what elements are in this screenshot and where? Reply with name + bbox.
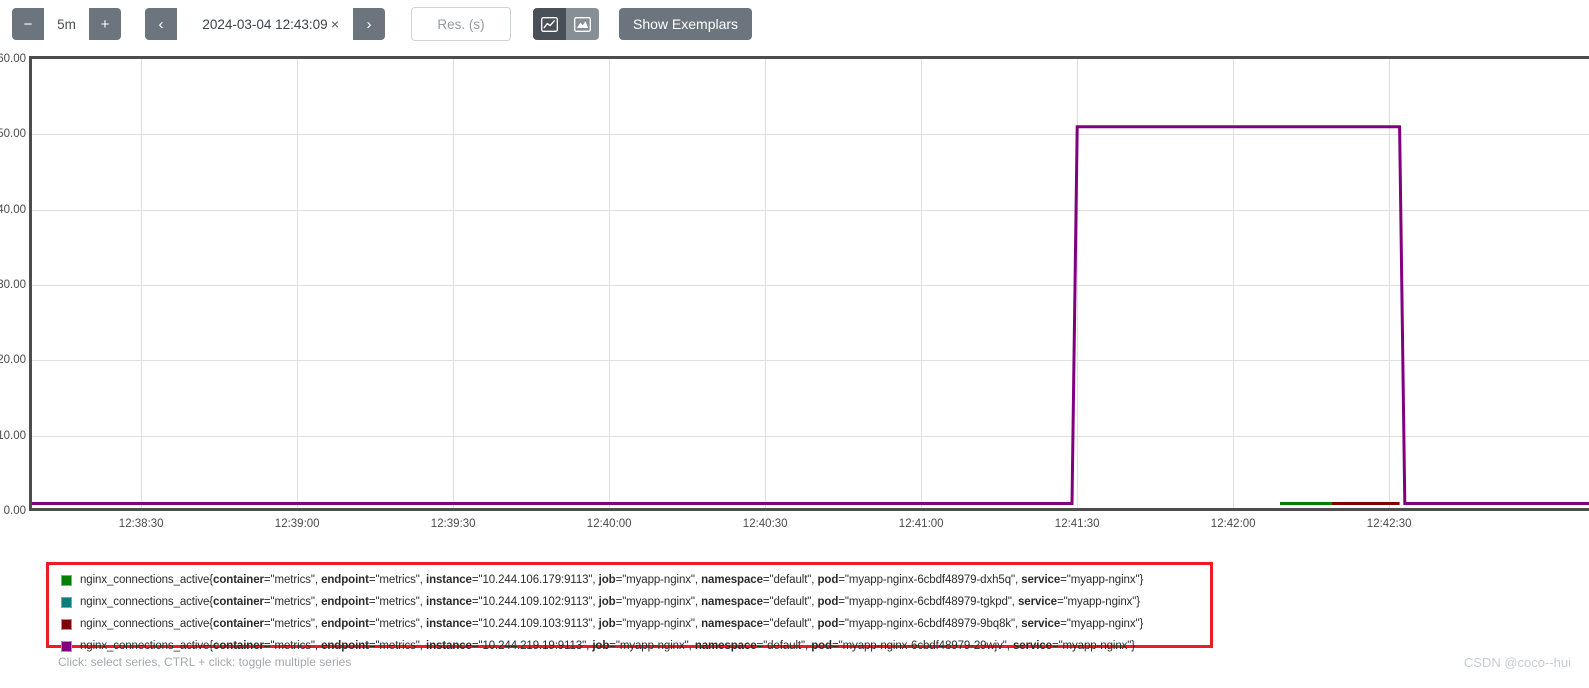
stacked-chart-icon[interactable] (566, 8, 599, 40)
legend-item[interactable]: nginx_connections_active{container="metr… (49, 570, 1210, 590)
time-input[interactable]: 2024-03-04 12:43:09 × (177, 8, 353, 40)
x-axis-tick: 12:40:30 (742, 518, 788, 530)
time-value: 2024-03-04 12:43:09 (202, 16, 328, 32)
legend-item[interactable]: nginx_connections_active{container="metr… (49, 592, 1210, 612)
legend-swatch (61, 574, 72, 586)
legend-swatch (61, 596, 72, 608)
x-axis-tick: 12:42:30 (1366, 518, 1412, 530)
y-axis-tick: 40.00 (0, 203, 26, 216)
y-axis-tick: 10.00 (0, 429, 26, 442)
graph-type-toggle (533, 8, 599, 40)
legend-swatch (61, 618, 72, 630)
x-axis-tick: 12:39:30 (430, 518, 476, 530)
legend: nginx_connections_active{container="metr… (46, 562, 1213, 652)
time-prev-button[interactable]: ‹ (145, 8, 177, 40)
legend-label: nginx_connections_active{container="metr… (80, 574, 1144, 586)
series-line (32, 125, 1589, 505)
graph-panel: 0.00 10.00 20.00 30.00 40.00 50.00 60.00 12:38… (0, 48, 1589, 540)
x-axis-tick: 12:39:00 (274, 518, 320, 530)
time-next-button[interactable]: › (353, 8, 385, 40)
y-axis-tick: 30.00 (0, 279, 26, 291)
range-stepper: − 5m + (12, 8, 121, 40)
plot-area[interactable] (29, 56, 1589, 511)
y-axis-tick: 60.00 (0, 53, 26, 65)
show-exemplars-button[interactable]: Show Exemplars (619, 8, 753, 40)
y-axis-tick: 50.00 (0, 128, 26, 141)
y-axis-tick: 20.00 (0, 354, 26, 367)
x-axis-tick: 12:42:00 (1210, 518, 1256, 530)
range-input[interactable]: 5m (44, 8, 89, 40)
line-chart-icon[interactable] (533, 8, 566, 40)
legend-label: nginx_connections_active{container="metr… (80, 596, 1141, 608)
y-axis-tick: 0.00 (3, 505, 26, 517)
x-axis-tick: 12:41:00 (898, 518, 944, 530)
resolution-input[interactable]: Res. (s) (411, 7, 511, 41)
legend-hint: Click: select series, CTRL + click: togg… (58, 655, 352, 669)
y-axis-labels: 0.00 10.00 20.00 30.00 40.00 50.00 60.00 (0, 48, 29, 517)
plot-inner (32, 59, 1589, 508)
x-axis-tick: 12:38:30 (118, 518, 164, 530)
close-icon[interactable]: × (331, 17, 339, 31)
resolution-placeholder: Res. (s) (437, 16, 485, 32)
legend-label: nginx_connections_active{container="metr… (80, 618, 1144, 630)
legend-item[interactable]: nginx_connections_active{container="metr… (49, 614, 1210, 634)
x-axis-labels: 12:38:30 12:39:00 12:39:30 12:40:00 12:40:30… (29, 518, 1589, 538)
time-navigator: ‹ 2024-03-04 12:43:09 × › (145, 8, 385, 40)
graph-toolbar: − 5m + ‹ 2024-03-04 12:43:09 × › Res. (s… (0, 0, 1589, 48)
series-lines (32, 125, 1589, 505)
range-increase-button[interactable]: + (89, 8, 121, 40)
range-decrease-button[interactable]: − (12, 8, 44, 40)
legend-swatch (61, 640, 72, 652)
x-axis-tick: 12:41:30 (1054, 518, 1100, 530)
watermark: CSDN @coco--hui (1463, 655, 1571, 670)
legend-item[interactable]: nginx_connections_active{container="metr… (49, 636, 1210, 656)
legend-label: nginx_connections_active{container="metr… (80, 640, 1136, 652)
x-axis-tick: 12:40:00 (586, 518, 632, 530)
